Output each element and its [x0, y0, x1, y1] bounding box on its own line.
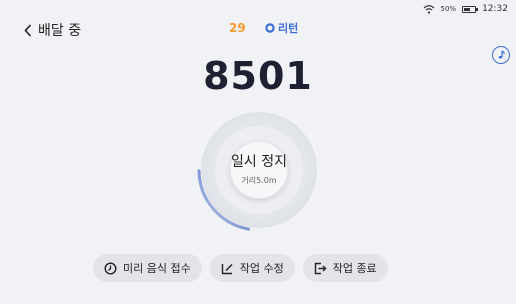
wifi-icon — [423, 5, 434, 14]
action-bar: 미리 음식 접수 작업 수정 작업 종료 — [93, 254, 388, 282]
end-task-label: 작업 종료 — [332, 262, 377, 275]
clock-time: 12:32 — [482, 4, 508, 14]
location-pin-icon — [265, 23, 275, 33]
edit-icon — [221, 263, 233, 274]
edit-task-label: 작업 수정 — [239, 262, 284, 275]
delivery-status-label: 배달 중 — [38, 23, 82, 39]
delivery-count: 29 — [229, 21, 246, 35]
pre-accept-food-label: 미리 음식 접수 — [123, 262, 191, 275]
battery-icon — [462, 5, 479, 13]
chevron-left-icon — [24, 23, 32, 37]
progress-ring: 일시 정지 거리5.0m — [195, 106, 323, 234]
clock-icon — [104, 261, 117, 275]
pause-button[interactable]: 일시 정지 거리5.0m — [230, 141, 288, 199]
return-button[interactable]: 리턴 — [265, 20, 298, 36]
pause-label: 일시 정지 — [231, 153, 287, 170]
header: 배달 중 29 리턴 — [24, 20, 516, 40]
exit-icon — [314, 262, 327, 274]
order-code: 8501 — [203, 54, 313, 98]
battery-percent: 50% — [440, 5, 457, 13]
back-button[interactable]: 배달 중 — [24, 20, 81, 40]
end-task-button[interactable]: 작업 종료 — [302, 254, 388, 282]
status-bar: 50% 12:32 — [423, 4, 508, 14]
pre-accept-food-button[interactable]: 미리 음식 접수 — [93, 254, 202, 282]
distance-text: 거리5.0m — [241, 175, 277, 185]
edit-task-button[interactable]: 작업 수정 — [209, 254, 295, 282]
return-label: 리턴 — [278, 22, 299, 35]
